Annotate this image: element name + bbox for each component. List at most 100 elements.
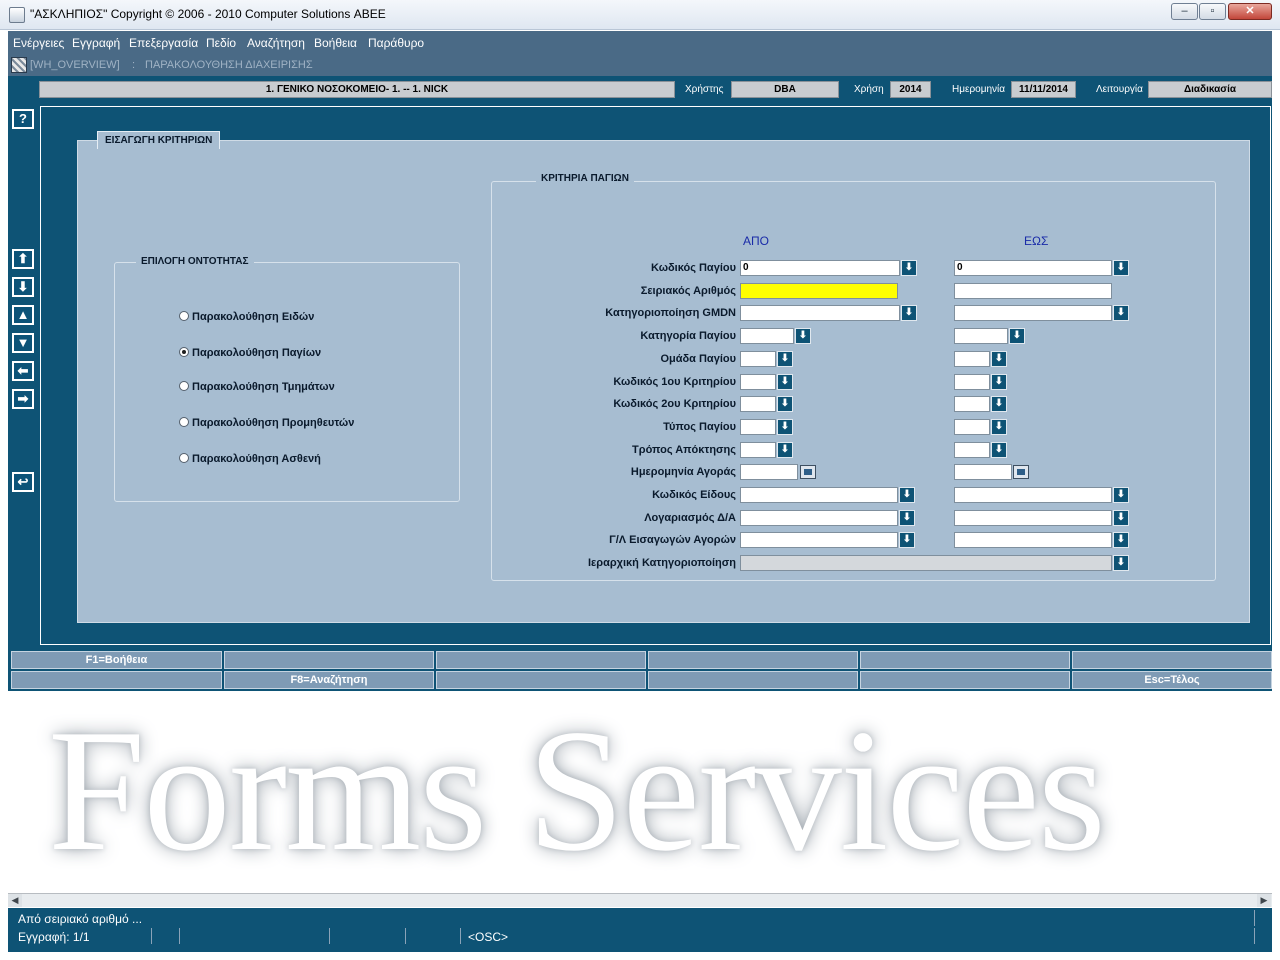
menu-record[interactable]: Εγγραφή bbox=[72, 36, 120, 50]
radio-fixed-assets[interactable] bbox=[179, 347, 189, 357]
criterion1-to-field[interactable] bbox=[954, 374, 990, 390]
acquisition-from-lov-button[interactable]: ⬇ bbox=[777, 442, 793, 458]
menu-help[interactable]: Βοήθεια bbox=[314, 36, 357, 50]
criterion1-to-lov-button[interactable]: ⬇ bbox=[991, 374, 1007, 390]
asset-group-to-field[interactable] bbox=[954, 351, 990, 367]
gmdn-from-field[interactable] bbox=[740, 305, 900, 321]
purchase-date-to-field[interactable] bbox=[954, 464, 1012, 480]
hierarchical-classification-lov-button[interactable]: ⬇ bbox=[1113, 555, 1129, 571]
radio-departments-label[interactable]: Παρακολούθηση Τμημάτων bbox=[192, 381, 335, 393]
close-button[interactable]: ✕ bbox=[1228, 3, 1272, 20]
gl-purchases-from-lov-button[interactable]: ⬇ bbox=[899, 532, 915, 548]
last-record-button[interactable]: ⬇ bbox=[12, 277, 34, 297]
asset-category-to-field[interactable] bbox=[954, 328, 1008, 344]
radio-suppliers-label[interactable]: Παρακολούθηση Προμηθευτών bbox=[192, 417, 354, 429]
asset-type-to-field[interactable] bbox=[954, 419, 990, 435]
gl-purchases-to-lov-button[interactable]: ⬇ bbox=[1113, 532, 1129, 548]
serial-number-from-field[interactable] bbox=[740, 283, 898, 299]
menu-actions[interactable]: Ενέργειες bbox=[13, 36, 64, 50]
scroll-right-icon[interactable]: ▶ bbox=[1257, 894, 1271, 907]
window-titlebar: "ΑΣΚΛΗΠΙΟΣ" Copyright © 2006 - 2010 Comp… bbox=[0, 0, 1280, 30]
help-button[interactable]: ? bbox=[12, 109, 34, 129]
gmdn-to-lov-button[interactable]: ⬇ bbox=[1113, 305, 1129, 321]
radio-items-label[interactable]: Παρακολούθηση Ειδών bbox=[192, 311, 314, 323]
first-icon: ⬆ bbox=[17, 251, 29, 266]
acquisition-from-field[interactable] bbox=[740, 442, 776, 458]
radio-departments[interactable] bbox=[179, 381, 189, 391]
item-code-to-field[interactable] bbox=[954, 487, 1112, 503]
account-from-field[interactable] bbox=[740, 510, 898, 526]
asset-code-from-lov-button[interactable]: ⬇ bbox=[901, 260, 917, 276]
form-window-titlebar: [WH_OVERVIEW] : ΠΑΡΑΚΟΛΟΥΘΗΣΗ ΔΙΑΧΕΙΡΙΣΗ… bbox=[8, 55, 1272, 76]
fkey-slot-r2-3[interactable] bbox=[436, 671, 646, 689]
gl-purchases-to-field[interactable] bbox=[954, 532, 1112, 548]
radio-patient[interactable] bbox=[179, 453, 189, 463]
radio-items[interactable] bbox=[179, 311, 189, 321]
fkey-slot-r2-4[interactable] bbox=[648, 671, 858, 689]
account-to-lov-button[interactable]: ⬇ bbox=[1113, 510, 1129, 526]
criterion2-from-lov-button[interactable]: ⬇ bbox=[777, 396, 793, 412]
fkey-slot-r1-5[interactable] bbox=[860, 651, 1070, 669]
menu-edit[interactable]: Επεξεργασία bbox=[129, 36, 198, 50]
account-to-field[interactable] bbox=[954, 510, 1112, 526]
calendar-icon[interactable] bbox=[800, 465, 816, 479]
scroll-left-icon[interactable]: ◀ bbox=[8, 894, 22, 907]
fkey-slot-r2-1[interactable] bbox=[11, 671, 222, 689]
menu-search[interactable]: Αναζήτηση bbox=[247, 36, 305, 50]
back-button[interactable]: ⬅ bbox=[12, 361, 34, 381]
serial-number-to-field[interactable] bbox=[954, 283, 1112, 299]
fkey-slot-r1-6[interactable] bbox=[1072, 651, 1272, 669]
item-code-from-field[interactable] bbox=[740, 487, 898, 503]
asset-group-from-lov-button[interactable]: ⬇ bbox=[777, 351, 793, 367]
minimize-button[interactable]: – bbox=[1171, 3, 1198, 20]
acquisition-to-lov-button[interactable]: ⬇ bbox=[991, 442, 1007, 458]
criterion1-from-field[interactable] bbox=[740, 374, 776, 390]
fkey-slot-r1-2[interactable] bbox=[224, 651, 434, 669]
fkey-f1-help[interactable]: F1=Βοήθεια bbox=[11, 651, 222, 669]
asset-code-to-field[interactable]: 0 bbox=[954, 260, 1112, 276]
asset-code-to-lov-button[interactable]: ⬇ bbox=[1113, 260, 1129, 276]
forward-button[interactable]: ➡ bbox=[12, 389, 34, 409]
criterion1-from-lov-button[interactable]: ⬇ bbox=[777, 374, 793, 390]
gmdn-from-lov-button[interactable]: ⬇ bbox=[901, 305, 917, 321]
fkey-slot-r1-3[interactable] bbox=[436, 651, 646, 669]
asset-type-to-lov-button[interactable]: ⬇ bbox=[991, 419, 1007, 435]
radio-suppliers[interactable] bbox=[179, 417, 189, 427]
menu-window[interactable]: Παράθυρο bbox=[368, 36, 424, 50]
horizontal-scrollbar[interactable]: ◀ ▶ bbox=[8, 893, 1272, 907]
radio-patient-label[interactable]: Παρακολούθηση Ασθενή bbox=[192, 453, 321, 465]
fkey-slot-r1-4[interactable] bbox=[648, 651, 858, 669]
next-record-button[interactable]: ▼ bbox=[12, 333, 34, 353]
asset-type-from-field[interactable] bbox=[740, 419, 776, 435]
radio-fixed-assets-label[interactable]: Παρακολούθηση Παγίων bbox=[192, 347, 321, 359]
account-from-lov-button[interactable]: ⬇ bbox=[899, 510, 915, 526]
first-record-button[interactable]: ⬆ bbox=[12, 249, 34, 269]
asset-category-to-lov-button[interactable]: ⬇ bbox=[1009, 328, 1025, 344]
item-code-to-lov-button[interactable]: ⬇ bbox=[1113, 487, 1129, 503]
account-label: Λογαριασμός Δ/Α bbox=[644, 512, 736, 524]
gmdn-to-field[interactable] bbox=[954, 305, 1112, 321]
asset-category-from-lov-button[interactable]: ⬇ bbox=[795, 328, 811, 344]
fkey-esc-exit[interactable]: Esc=Τέλος bbox=[1072, 671, 1272, 689]
tab-criteria-entry[interactable]: ΕΙΣΑΓΩΓΗ ΚΡΙΤΗΡΙΩΝ bbox=[97, 131, 221, 149]
criterion2-from-field[interactable] bbox=[740, 396, 776, 412]
asset-group-to-lov-button[interactable]: ⬇ bbox=[991, 351, 1007, 367]
asset-category-from-field[interactable] bbox=[740, 328, 794, 344]
criterion2-to-lov-button[interactable]: ⬇ bbox=[991, 396, 1007, 412]
fkey-slot-r2-5[interactable] bbox=[860, 671, 1070, 689]
acquisition-to-field[interactable] bbox=[954, 442, 990, 458]
item-code-from-lov-button[interactable]: ⬇ bbox=[899, 487, 915, 503]
asset-type-from-lov-button[interactable]: ⬇ bbox=[777, 419, 793, 435]
hierarchical-classification-field[interactable] bbox=[740, 555, 1112, 571]
restore-button[interactable]: ▫ bbox=[1199, 3, 1226, 20]
fkey-f8-search[interactable]: F8=Αναζήτηση bbox=[224, 671, 434, 689]
asset-code-from-field[interactable]: 0 bbox=[740, 260, 900, 276]
gl-purchases-from-field[interactable] bbox=[740, 532, 898, 548]
asset-group-from-field[interactable] bbox=[740, 351, 776, 367]
previous-record-button[interactable]: ▲ bbox=[12, 305, 34, 325]
menu-field[interactable]: Πεδίο bbox=[206, 36, 236, 50]
purchase-date-from-field[interactable] bbox=[740, 464, 798, 480]
exit-button[interactable]: ↩ bbox=[12, 472, 34, 492]
calendar-icon[interactable] bbox=[1013, 465, 1029, 479]
criterion2-to-field[interactable] bbox=[954, 396, 990, 412]
